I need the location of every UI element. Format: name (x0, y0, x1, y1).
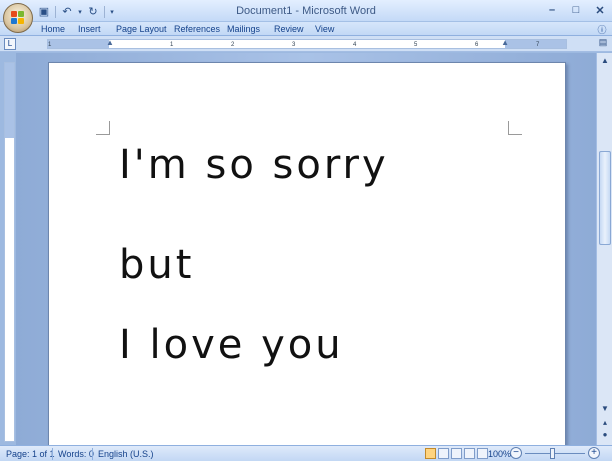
previous-page-icon[interactable]: ▴ (599, 417, 611, 429)
ruler-tick: 3 (292, 42, 296, 48)
help-icon[interactable]: ⓘ (596, 23, 608, 35)
outline-view-icon[interactable] (464, 448, 475, 459)
ruler-tick: 7 (536, 42, 540, 48)
vertical-ruler[interactable] (4, 62, 15, 442)
tab-references[interactable]: References (174, 24, 220, 34)
office-logo-icon (11, 11, 25, 25)
crop-mark (96, 121, 110, 135)
horizontal-ruler[interactable]: 1 1 2 3 4 5 6 7 ▲ ▲ (47, 38, 567, 49)
top-margin-area (5, 63, 14, 138)
status-separator (92, 448, 93, 460)
tab-review[interactable]: Review (274, 24, 304, 34)
title-bar: ▣ ↶ ▾ ↻ ▾ Document1 - Microsoft Word – □… (0, 0, 612, 22)
ruler-tick: 1 (48, 42, 52, 48)
document-workspace: I'm so sorry but I love you (16, 53, 596, 452)
scroll-up-icon[interactable]: ▲ (599, 55, 611, 67)
ruler-tick: 6 (475, 42, 479, 48)
tab-page-layout[interactable]: Page Layout (116, 24, 167, 34)
tab-view[interactable]: View (315, 24, 334, 34)
ruler-tick: 2 (231, 42, 235, 48)
ribbon-tabs: Home Insert Page Layout References Maili… (0, 22, 612, 36)
zoom-slider-track[interactable] (525, 453, 585, 454)
left-margin-area (48, 40, 109, 48)
language-indicator[interactable]: English (U.S.) (98, 449, 154, 459)
scroll-down-icon[interactable]: ▼ (599, 403, 611, 415)
status-separator (52, 448, 53, 460)
window-title: Document1 - Microsoft Word (236, 5, 376, 17)
document-page[interactable]: I'm so sorry but I love you (48, 62, 566, 452)
ruler-tick: 4 (353, 42, 357, 48)
minimize-icon[interactable]: – (544, 2, 560, 18)
browse-object-icon[interactable]: ● (599, 429, 611, 441)
ruler-tick: 1 (170, 42, 174, 48)
window-controls: – □ ✕ (544, 2, 608, 18)
zoom-slider-thumb[interactable] (550, 448, 555, 459)
view-ruler-icon[interactable]: ▤ (597, 37, 609, 50)
print-layout-view-icon[interactable] (425, 448, 436, 459)
tab-home[interactable]: Home (41, 24, 65, 34)
zoom-out-icon[interactable]: − (510, 447, 522, 459)
tab-insert[interactable]: Insert (78, 24, 101, 34)
draft-view-icon[interactable] (477, 448, 488, 459)
scroll-thumb[interactable] (599, 151, 611, 245)
status-bar: Page: 1 of 1 Words: 0 English (U.S.) 100… (0, 445, 612, 461)
ruler-tick: 5 (414, 42, 418, 48)
zoom-in-icon[interactable]: + (588, 447, 600, 459)
document-line: I'm so sorry (119, 142, 389, 188)
document-line: but (119, 242, 195, 288)
crop-mark (508, 121, 522, 135)
document-line: I love you (119, 322, 344, 368)
word-count[interactable]: Words: 0 (58, 449, 94, 459)
ruler-bar: L 1 1 2 3 4 5 6 7 ▲ ▲ ▤ (0, 36, 612, 52)
web-layout-view-icon[interactable] (451, 448, 462, 459)
tab-selector-icon[interactable]: L (4, 38, 16, 50)
left-indent-marker-icon[interactable]: ▲ (106, 38, 114, 47)
page-count[interactable]: Page: 1 of 1 (6, 449, 55, 459)
full-screen-reading-view-icon[interactable] (438, 448, 449, 459)
zoom-level[interactable]: 100% (488, 449, 511, 459)
maximize-icon[interactable]: □ (568, 2, 584, 18)
office-button[interactable] (3, 3, 33, 33)
right-indent-marker-icon[interactable]: ▲ (501, 38, 509, 47)
vertical-scrollbar[interactable]: ▲ ▼ ▴ ● (596, 53, 612, 445)
tab-mailings[interactable]: Mailings (227, 24, 260, 34)
close-icon[interactable]: ✕ (592, 2, 608, 18)
